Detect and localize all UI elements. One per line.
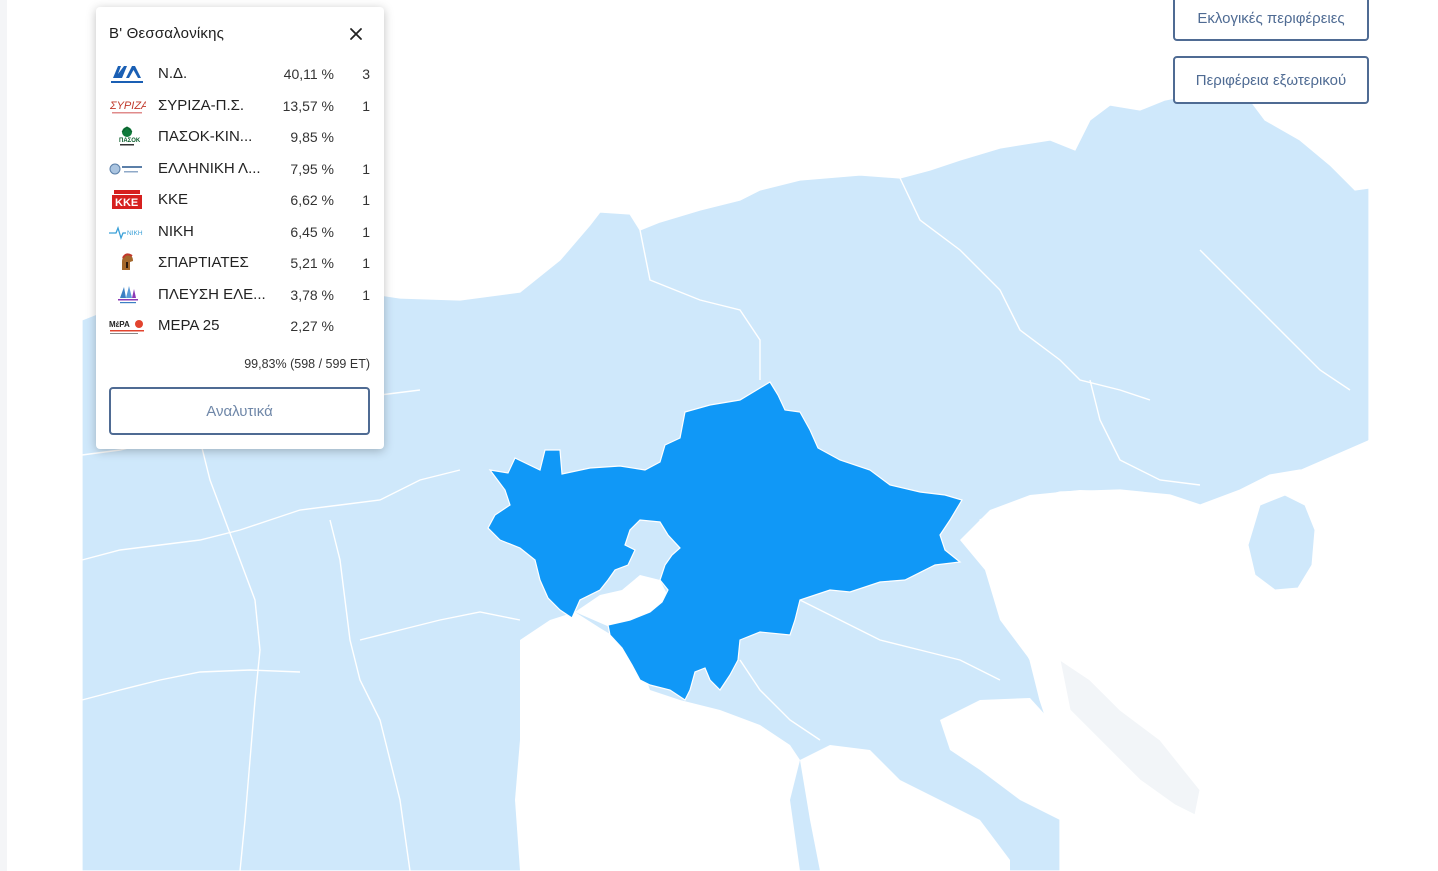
party-percent: 13,57 % [282, 97, 334, 114]
svg-text:ΜέΡΑ: ΜέΡΑ [109, 320, 130, 329]
party-row[interactable]: Ν.Δ. 40,11 % 3 [96, 59, 384, 89]
details-button[interactable]: Αναλυτικά [109, 387, 370, 435]
party-row[interactable]: ΝΙΚΗ ΝΙΚΗ 6,45 % 1 [96, 217, 384, 247]
syriza-logo-icon: ΣΥΡΙΖΑ [109, 100, 146, 113]
party-seats: 1 [362, 160, 370, 177]
elliniki-lysi-logo-icon [109, 163, 142, 174]
party-name: ΣΥΡΙΖΑ-Π.Σ. [158, 96, 245, 114]
party-row[interactable]: ΚΚΕ ΚΚΕ 6,62 % 1 [96, 185, 384, 215]
spartiates-logo-icon [122, 253, 133, 270]
party-name: Ν.Δ. [158, 65, 188, 82]
party-percent: 9,85 % [290, 129, 334, 145]
electoral-regions-button[interactable]: Εκλογικές περιφέρειες [1173, 0, 1369, 41]
party-name: ΠΛΕΥΣΗ ΕΛΕ... [158, 285, 266, 303]
close-icon[interactable] [344, 22, 368, 46]
popup-title: Β' Θεσσαλονίκης [109, 25, 225, 42]
party-name: ΠΑΣΟΚ-ΚΙΝ... [158, 128, 253, 145]
region-results-popup: Β' Θεσσαλονίκης Ν.Δ. 40,11 % 3 ΣΥΡΙΖΑ ΣΥ… [96, 7, 384, 449]
abroad-region-button[interactable]: Περιφέρεια εξωτερικού [1173, 56, 1369, 104]
niki-logo-icon: ΝΙΚΗ [109, 225, 143, 240]
svg-text:ΣΥΡΙΖΑ: ΣΥΡΙΖΑ [109, 100, 146, 112]
party-percent: 40,11 % [283, 66, 334, 82]
party-percent: 3,78 % [290, 286, 334, 303]
party-seats: 1 [362, 286, 370, 303]
party-name: ΚΚΕ [158, 191, 189, 208]
kke-logo-icon: ΚΚΕ [112, 190, 142, 209]
party-percent: 2,27 % [290, 318, 334, 334]
nd-logo-icon [110, 64, 144, 83]
pasok-logo-icon: ΠΑΣΟΚ [119, 126, 141, 146]
party-name: ΝΙΚΗ [158, 222, 194, 240]
party-seats: 1 [362, 97, 370, 114]
party-percent: 6,62 % [290, 192, 334, 208]
party-row[interactable]: ΜέΡΑ ΜΕΡΑ 25 2,27 % [96, 311, 384, 341]
party-seats: 1 [362, 192, 370, 208]
party-row[interactable]: ΕΛΛΗΝΙΚΗ Λ... 7,95 % 1 [96, 154, 384, 184]
party-row[interactable]: ΣΥΡΙΖΑ ΣΥΡΙΖΑ-Π.Σ. 13,57 % 1 [96, 91, 384, 121]
counted-stations: 99,83% (598 / 599 ΕΤ) [244, 357, 370, 371]
svg-text:ΚΚΕ: ΚΚΕ [115, 197, 138, 209]
party-row[interactable]: ΣΠΑΡΤΙΑΤΕΣ 5,21 % 1 [96, 248, 384, 278]
party-name: ΕΛΛΗΝΙΚΗ Λ... [158, 159, 261, 177]
party-row[interactable]: ΠΛΕΥΣΗ ΕΛΕ... 3,78 % 1 [96, 280, 384, 310]
party-percent: 7,95 % [290, 160, 334, 177]
party-name: ΜΕΡΑ 25 [158, 317, 220, 334]
party-percent: 6,45 % [290, 223, 334, 240]
party-seats: 3 [362, 66, 370, 82]
party-seats: 1 [362, 223, 370, 240]
party-seats: 1 [362, 255, 370, 271]
party-name: ΣΠΑΡΤΙΑΤΕΣ [158, 254, 249, 271]
svg-text:ΝΙΚΗ: ΝΙΚΗ [127, 230, 143, 237]
plefsi-logo-icon [118, 285, 138, 303]
svg-text:ΠΑΣΟΚ: ΠΑΣΟΚ [119, 138, 141, 144]
party-percent: 5,21 % [290, 255, 334, 271]
party-row[interactable]: ΠΑΣΟΚ ΠΑΣΟΚ-ΚΙΝ... 9,85 % [96, 122, 384, 152]
mera25-logo-icon: ΜέΡΑ [109, 320, 144, 334]
